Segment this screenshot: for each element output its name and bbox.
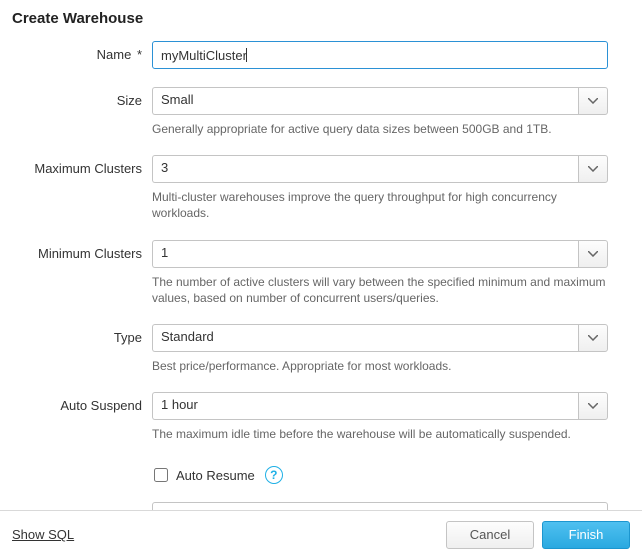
- chevron-down-icon: [588, 403, 598, 409]
- min-clusters-help: The number of active clusters will vary …: [152, 268, 612, 320]
- row-max-clusters: Maximum Clusters 3 Multi-cluster warehou…: [12, 155, 630, 235]
- size-select-toggle[interactable]: [578, 87, 608, 115]
- label-empty-auto-resume: [12, 460, 152, 466]
- min-clusters-select-value: 1: [152, 240, 578, 268]
- auto-suspend-select-toggle[interactable]: [578, 392, 608, 420]
- max-clusters-select[interactable]: 3: [152, 155, 608, 183]
- label-name-text: Name: [97, 47, 132, 62]
- row-type: Type Standard Best price/performance. Ap…: [12, 324, 630, 388]
- auto-suspend-select-value: 1 hour: [152, 392, 578, 420]
- size-select-value: Small: [152, 87, 578, 115]
- size-help: Generally appropriate for active query d…: [152, 115, 612, 151]
- text-cursor: [246, 48, 247, 62]
- required-mark: *: [137, 47, 142, 62]
- auto-suspend-select[interactable]: 1 hour: [152, 392, 608, 420]
- row-auto-resume: Auto Resume ?: [12, 460, 630, 498]
- max-clusters-select-toggle[interactable]: [578, 155, 608, 183]
- type-help: Best price/performance. Appropriate for …: [152, 352, 612, 388]
- page-title: Create Warehouse: [0, 0, 642, 37]
- auto-resume-checkbox[interactable]: [154, 468, 168, 482]
- row-auto-suspend: Auto Suspend 1 hour The maximum idle tim…: [12, 392, 630, 456]
- row-size: Size Small Generally appropriate for act…: [12, 87, 630, 151]
- cancel-button[interactable]: Cancel: [446, 521, 534, 549]
- max-clusters-select-value: 3: [152, 155, 578, 183]
- chevron-down-icon: [588, 98, 598, 104]
- type-select-value: Standard: [152, 324, 578, 352]
- row-name: Name * myMultiCluster: [12, 41, 630, 69]
- row-min-clusters: Minimum Clusters 1 The number of active …: [12, 240, 630, 320]
- footer: Show SQL Cancel Finish: [0, 510, 642, 558]
- label-max-clusters: Maximum Clusters: [12, 155, 152, 176]
- min-clusters-select-toggle[interactable]: [578, 240, 608, 268]
- finish-button[interactable]: Finish: [542, 521, 630, 549]
- chevron-down-icon: [588, 251, 598, 257]
- max-clusters-help: Multi-cluster warehouses improve the que…: [152, 183, 612, 235]
- chevron-down-icon: [588, 335, 598, 341]
- help-icon[interactable]: ?: [265, 466, 283, 484]
- form: Name * myMultiCluster Size Small General…: [0, 37, 642, 530]
- show-sql-link[interactable]: Show SQL: [12, 527, 74, 542]
- label-name: Name *: [12, 41, 152, 62]
- chevron-down-icon: [588, 166, 598, 172]
- type-select-toggle[interactable]: [578, 324, 608, 352]
- label-type: Type: [12, 324, 152, 345]
- type-select[interactable]: Standard: [152, 324, 608, 352]
- min-clusters-select[interactable]: 1: [152, 240, 608, 268]
- label-auto-suspend: Auto Suspend: [12, 392, 152, 413]
- auto-suspend-help: The maximum idle time before the warehou…: [152, 420, 612, 456]
- label-size: Size: [12, 87, 152, 108]
- name-input-value: myMultiCluster: [161, 48, 247, 63]
- name-input[interactable]: myMultiCluster: [152, 41, 608, 69]
- size-select[interactable]: Small: [152, 87, 608, 115]
- auto-resume-label: Auto Resume: [176, 468, 255, 483]
- label-min-clusters: Minimum Clusters: [12, 240, 152, 261]
